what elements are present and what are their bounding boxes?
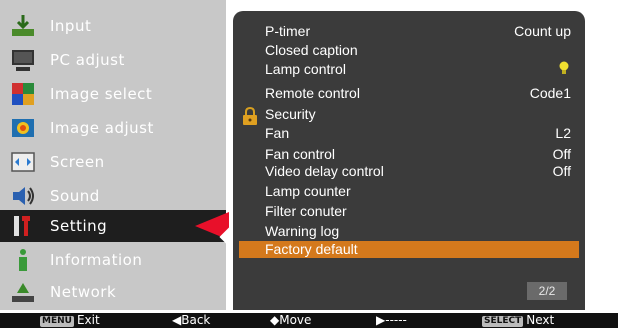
menu-item-label: Network — [50, 283, 117, 301]
menu-item-label: Sound — [50, 187, 100, 205]
sound-icon — [13, 187, 34, 205]
left-arrow-icon: ◀ — [172, 313, 182, 327]
setting-name: Video delay control — [265, 163, 384, 179]
setting-row-warning-log[interactable]: Warning log — [233, 223, 585, 240]
input-icon — [12, 15, 34, 36]
setting-row-lamp-counter[interactable]: Lamp counter — [233, 183, 585, 200]
back-label: Back — [181, 313, 211, 327]
exit-label: Exit — [76, 313, 100, 327]
setting-name: Factory default — [265, 241, 358, 257]
menu-item-label: Setting — [50, 217, 108, 235]
select-key-icon: SELECT — [482, 316, 524, 327]
setting-value: Count up — [514, 23, 571, 39]
setting-row-factory-default[interactable]: Factory default — [239, 241, 579, 258]
right-arrow-icon: ▶ — [376, 313, 386, 327]
menu-item-image-adjust[interactable]: Image adjust — [0, 112, 226, 144]
move-label: Move — [279, 313, 312, 327]
setting-icon — [14, 216, 30, 236]
menu-item-information[interactable]: Information — [0, 244, 226, 276]
setting-name: Security — [265, 106, 316, 122]
setting-row-filter-counter[interactable]: Filter conuter — [233, 203, 585, 220]
menu-item-label: PC adjust — [50, 51, 125, 69]
menu-item-input[interactable]: Input — [0, 10, 226, 42]
setting-value: Off — [552, 146, 571, 162]
left-menu: Input PC adjust Image select Image adjus… — [0, 0, 229, 310]
setting-name: Lamp counter — [265, 183, 351, 199]
menu-key-icon: MENU — [40, 316, 74, 327]
setting-row-lamp-control[interactable]: Lamp control — [233, 61, 585, 78]
setting-value: L2 — [555, 125, 571, 141]
bottom-help-bar: MENU Exit ◀Back ◆Move ▶----- SELECT Next — [0, 313, 618, 328]
move-hint: ◆Move — [270, 313, 311, 328]
setting-name: P-timer — [265, 23, 311, 39]
right-hint: ▶----- — [376, 313, 407, 328]
next-hint: SELECT Next — [482, 313, 554, 328]
setting-row-video-delay-control[interactable]: Video delay control Off — [233, 163, 585, 180]
setting-value: Off — [552, 163, 571, 179]
menu-item-setting[interactable]: Setting — [0, 210, 226, 242]
setting-name: Lamp control — [265, 61, 346, 77]
menu-item-label: Input — [50, 17, 92, 35]
menu-item-label: Information — [50, 251, 143, 269]
setting-row-remote-control[interactable]: Remote control Code1 — [233, 85, 585, 102]
information-icon — [19, 249, 27, 271]
setting-row-p-timer[interactable]: P-timer Count up — [233, 23, 585, 40]
setting-row-fan[interactable]: Fan L2 — [233, 125, 585, 142]
up-down-arrow-icon: ◆ — [270, 313, 280, 327]
settings-panel: P-timer Count up Closed caption Lamp con… — [233, 11, 585, 310]
menu-item-screen[interactable]: Screen — [0, 146, 226, 178]
menu-item-pc-adjust[interactable]: PC adjust — [0, 44, 226, 76]
exit-hint: MENU Exit — [40, 313, 100, 328]
menu-item-label: Screen — [50, 153, 105, 171]
menu-item-network[interactable]: Network — [0, 276, 226, 308]
setting-value: Code1 — [529, 85, 571, 101]
lamp-bulb-icon — [559, 61, 569, 74]
setting-name: Remote control — [265, 85, 360, 101]
image-adjust-icon — [12, 119, 34, 137]
network-icon — [12, 283, 34, 302]
setting-row-fan-control[interactable]: Fan control Off — [233, 146, 585, 163]
menu-item-image-select[interactable]: Image select — [0, 78, 226, 110]
setting-name: Closed caption — [265, 42, 358, 58]
setting-row-security[interactable]: Security — [233, 106, 585, 123]
menu-item-label: Image adjust — [50, 119, 154, 137]
screen-icon — [11, 152, 35, 172]
right-label: ----- — [385, 313, 407, 327]
back-hint: ◀Back — [172, 313, 210, 328]
pc-adjust-icon — [12, 50, 34, 71]
next-label: Next — [526, 313, 555, 327]
page-indicator: 2/2 — [527, 282, 567, 300]
setting-name: Fan control — [265, 146, 336, 162]
image-select-icon — [12, 83, 34, 105]
setting-row-closed-caption[interactable]: Closed caption — [233, 42, 585, 59]
menu-item-sound[interactable]: Sound — [0, 180, 226, 212]
menu-item-label: Image select — [50, 85, 153, 103]
setting-name: Fan — [265, 125, 290, 141]
setting-name: Warning log — [265, 223, 340, 239]
setting-name: Filter conuter — [265, 203, 347, 219]
